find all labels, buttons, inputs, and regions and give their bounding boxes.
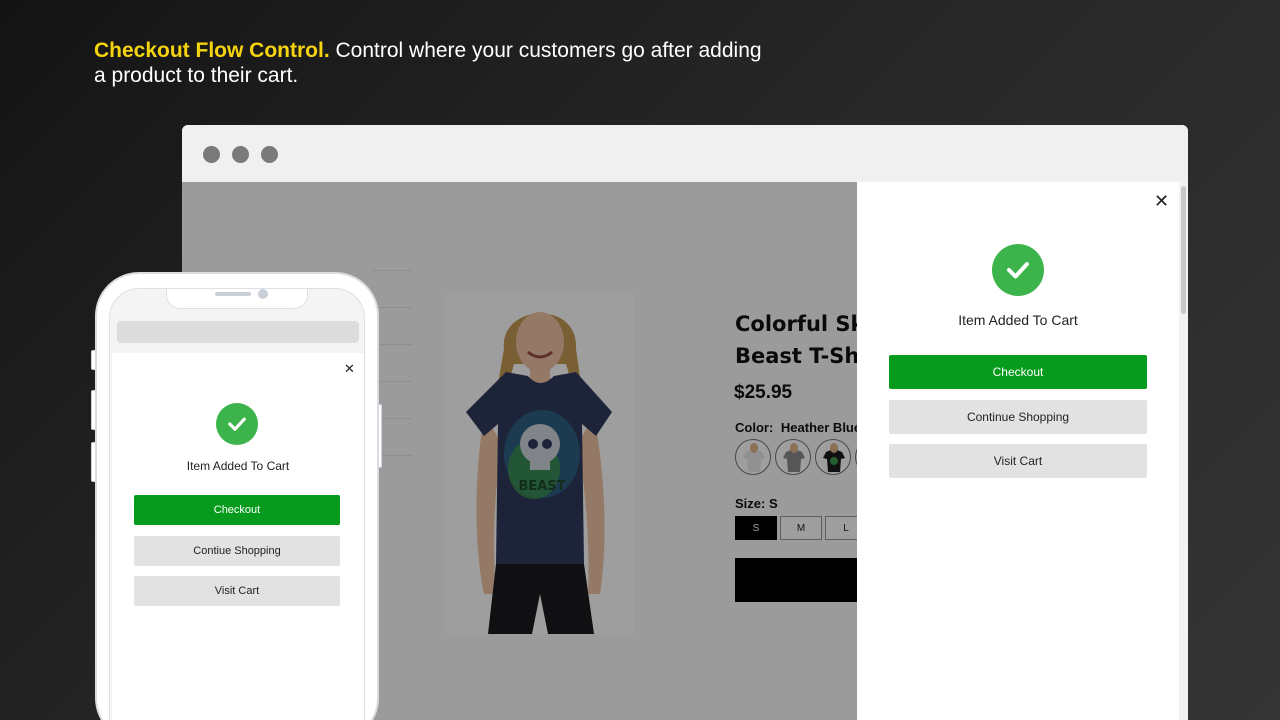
checkout-button[interactable]: Checkout: [889, 355, 1147, 389]
headline: Checkout Flow Control. Control where you…: [94, 38, 774, 88]
window-dot-icon: [232, 146, 249, 163]
camera-icon: [258, 289, 268, 299]
drawer-scrollbar[interactable]: [1179, 182, 1188, 720]
mobile-continue-shopping-button[interactable]: Contiue Shopping: [134, 536, 340, 566]
close-icon[interactable]: ✕: [344, 363, 355, 376]
cart-drawer: ✕ Item Added To Cart Checkout Continue S…: [857, 182, 1179, 720]
mobile-visit-cart-button[interactable]: Visit Cart: [134, 576, 340, 606]
browser-toolbar: [182, 125, 1188, 182]
phone-notch: [166, 289, 308, 309]
speaker-icon: [215, 292, 251, 296]
headline-title: Checkout Flow Control.: [94, 39, 330, 62]
drawer-title: Item Added To Cart: [958, 312, 1078, 328]
close-icon[interactable]: ✕: [1154, 193, 1169, 211]
check-circle-icon: [216, 403, 258, 445]
scrollbar-thumb[interactable]: [1181, 186, 1186, 314]
check-circle-icon: [992, 244, 1044, 296]
mobile-checkout-button[interactable]: Checkout: [134, 495, 340, 525]
window-dot-icon: [261, 146, 278, 163]
phone-mockup: ✕ Item Added To Cart Checkout Contiue Sh…: [95, 272, 379, 720]
mobile-drawer-title: Item Added To Cart: [186, 459, 290, 473]
mobile-cart-drawer: ✕ Item Added To Cart Checkout Contiue Sh…: [112, 353, 364, 720]
visit-cart-button[interactable]: Visit Cart: [889, 444, 1147, 478]
continue-shopping-button[interactable]: Continue Shopping: [889, 400, 1147, 434]
mobile-address-bar[interactable]: [117, 321, 359, 343]
phone-screen: ✕ Item Added To Cart Checkout Contiue Sh…: [109, 288, 365, 720]
window-dot-icon: [203, 146, 220, 163]
